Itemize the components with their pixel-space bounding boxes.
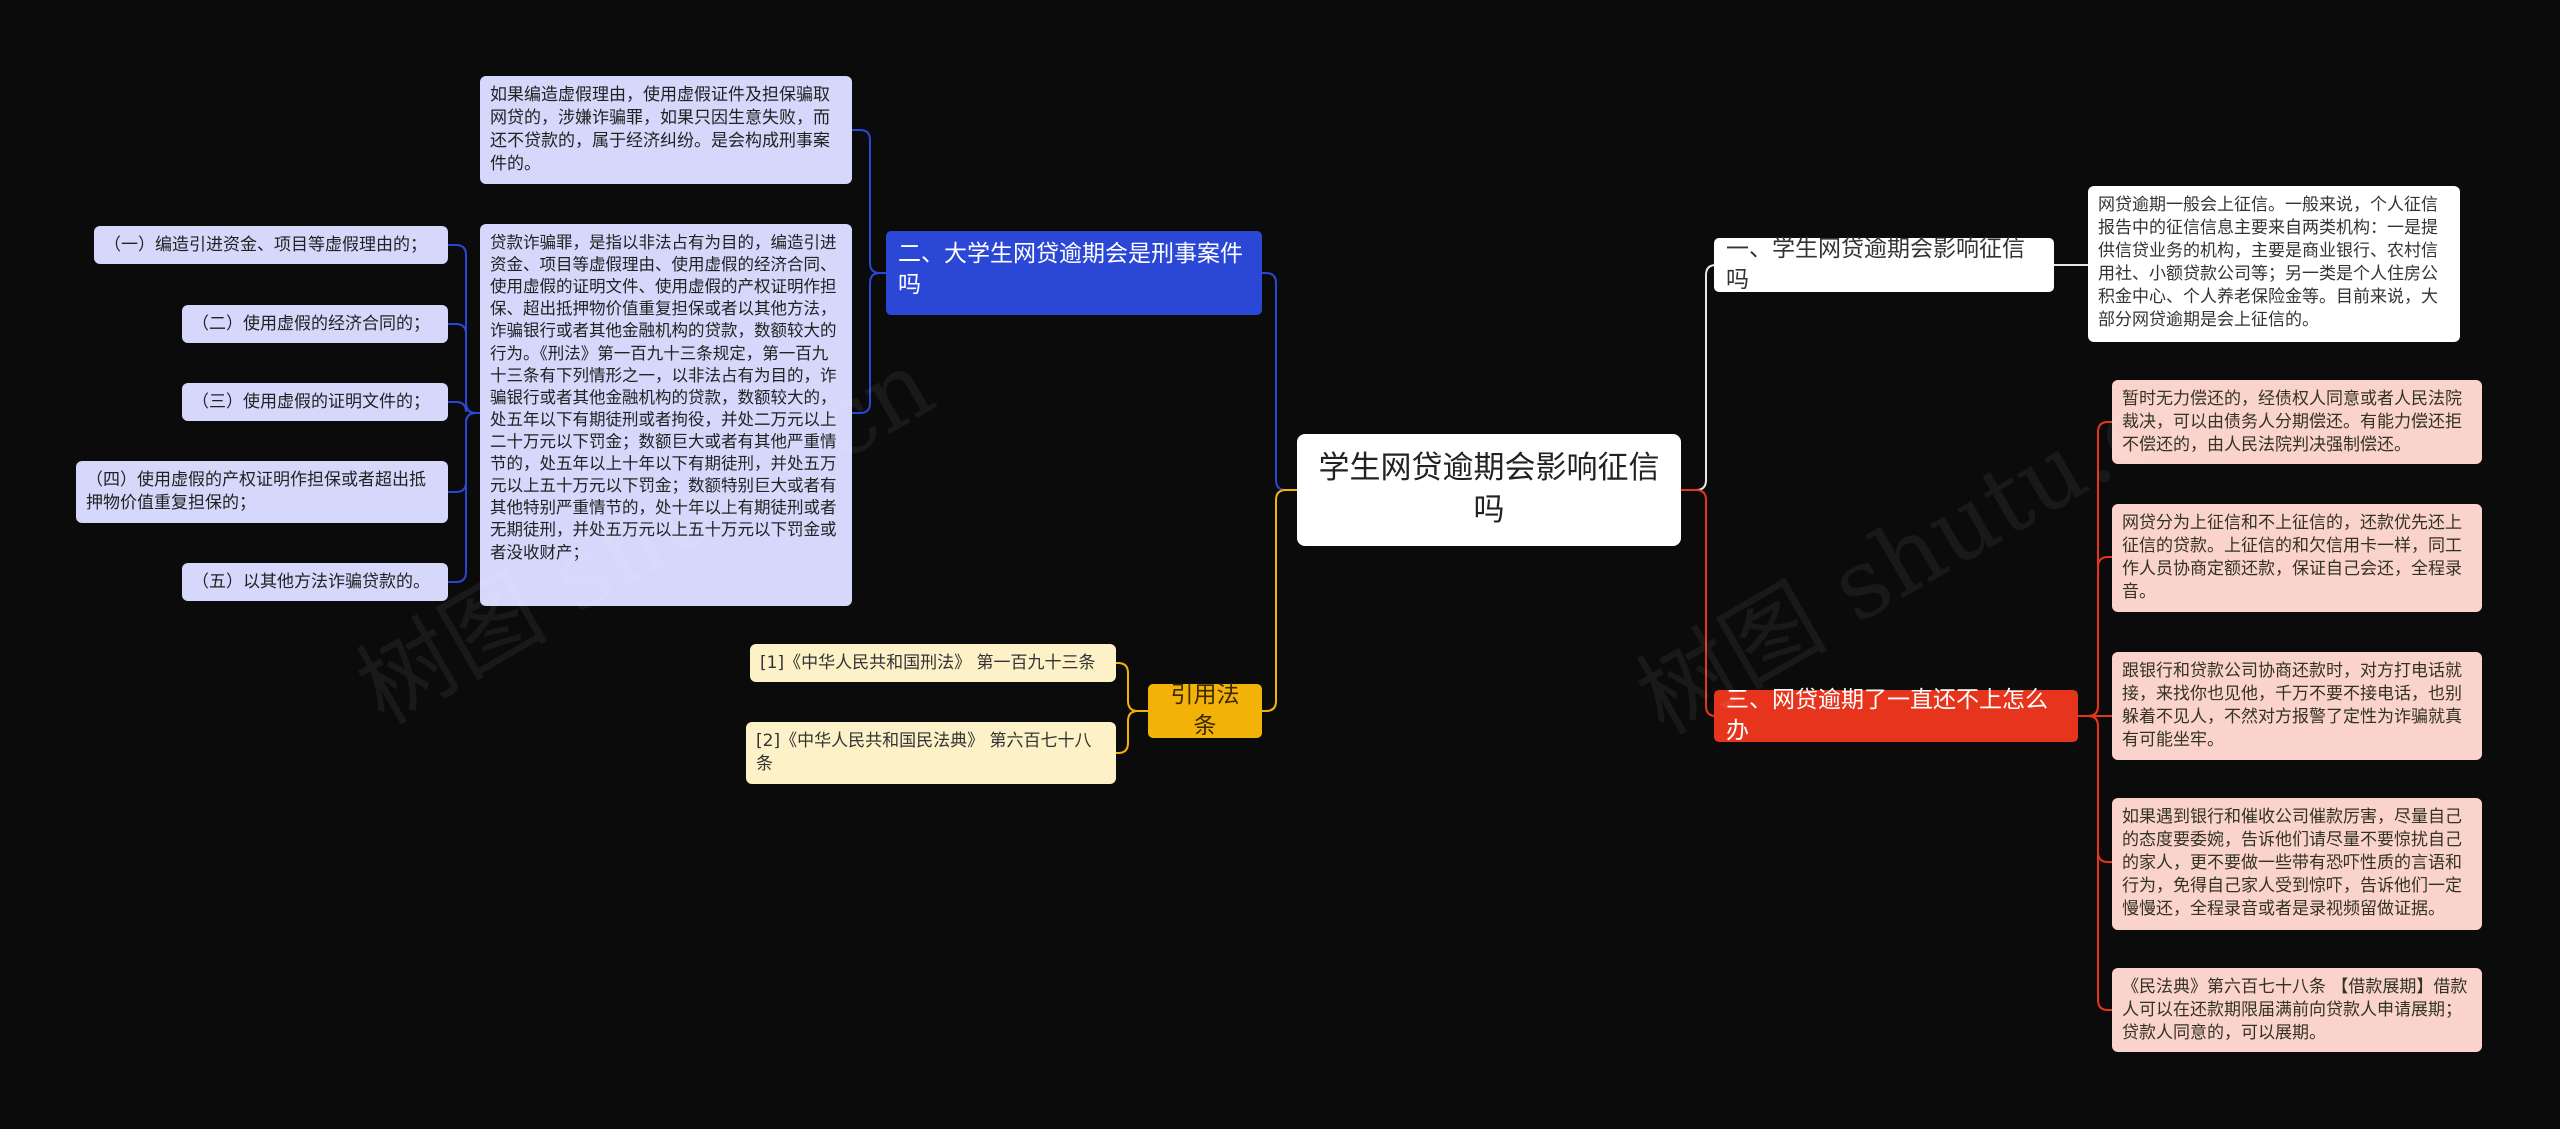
connector-b4-d2 <box>1116 710 1148 754</box>
root-topic[interactable]: 学生网贷逾期会影响征信吗 <box>1297 434 1681 546</box>
detail-criminal-2[interactable]: 贷款诈骗罪，是指以非法占有为目的，编造引进资金、项目等虚假理由、使用虚假的经济合… <box>480 224 852 606</box>
connector-b3-d4 <box>2078 715 2112 863</box>
detail-repay-4[interactable]: 如果遇到银行和催收公司催款厉害，尽量自己的态度要委婉，告诉他们请尽量不要惊扰自己… <box>2112 798 2482 930</box>
branch-criminal-case[interactable]: 二、大学生网贷逾期会是刑事案件吗 <box>886 231 1262 315</box>
sub-item-2[interactable]: （二）使用虚假的经济合同的； <box>182 305 448 343</box>
detail-repay-3[interactable]: 跟银行和贷款公司协商还款时，对方打电话就接，来找你也见他，千万不要不接电话，也别… <box>2112 652 2482 760</box>
connector-b3-d2 <box>2078 556 2112 717</box>
mind-map-canvas: 学生网贷逾期会影响征信吗 一、学生网贷逾期会影响征信吗 网贷逾期一般会上征信。一… <box>0 0 2560 1129</box>
connector-b2-d2 <box>852 272 886 414</box>
branch-credit-impact[interactable]: 一、学生网贷逾期会影响征信吗 <box>1714 236 2054 293</box>
connector-sub-3 <box>448 401 480 414</box>
connector-root-b1 <box>1681 264 1717 491</box>
connector-root-b3 <box>1681 489 1717 717</box>
branch-cited-laws[interactable]: 引用法条 <box>1148 682 1262 739</box>
connector-b4-d1 <box>1116 662 1148 712</box>
connector-b2-d1 <box>852 129 886 274</box>
connector-b3-d5 <box>2078 715 2112 1011</box>
connector-root-b2 <box>1262 272 1297 491</box>
sub-item-3[interactable]: （三）使用虚假的证明文件的； <box>182 383 448 421</box>
connector-sub-5 <box>448 412 480 583</box>
connector-root-b4 <box>1262 489 1297 712</box>
sub-item-4[interactable]: （四）使用虚假的产权证明作担保或者超出抵押物价值重复担保的； <box>76 461 448 523</box>
detail-repay-1[interactable]: 暂时无力偿还的，经债权人同意或者人民法院裁决，可以由债务人分期偿还。有能力偿还拒… <box>2112 380 2482 464</box>
detail-repay-2[interactable]: 网贷分为上征信和不上征信的，还款优先还上征信的贷款。上征信的和欠信用卡一样，同工… <box>2112 504 2482 612</box>
branch-cannot-repay[interactable]: 三、网贷逾期了一直还不上怎么办 <box>1714 687 2078 744</box>
detail-criminal-1[interactable]: 如果编造虚假理由，使用虚假证件及担保骗取网贷的，涉嫌诈骗罪，如果只因生意失败，而… <box>480 76 852 184</box>
detail-repay-5[interactable]: 《民法典》第六百七十八条 【借款展期】借款人可以在还款期限届满前向贷款人申请展期… <box>2112 968 2482 1052</box>
sub-item-1[interactable]: （一）编造引进资金、项目等虚假理由的； <box>94 226 448 264</box>
connector-b3-d1 <box>2078 421 2112 717</box>
law-citation-1[interactable]: [1]《中华人民共和国刑法》 第一百九十三条 <box>750 644 1116 682</box>
detail-credit-impact[interactable]: 网贷逾期一般会上征信。一般来说，个人征信报告中的征信信息主要来自两类机构：一是提… <box>2088 186 2460 342</box>
sub-item-5[interactable]: （五）以其他方法诈骗贷款的。 <box>182 563 448 601</box>
law-citation-2[interactable]: [2]《中华人民共和国民法典》 第六百七十八条 <box>746 722 1116 784</box>
connector-sub-4 <box>448 412 480 493</box>
connector-sub-2 <box>448 323 480 414</box>
